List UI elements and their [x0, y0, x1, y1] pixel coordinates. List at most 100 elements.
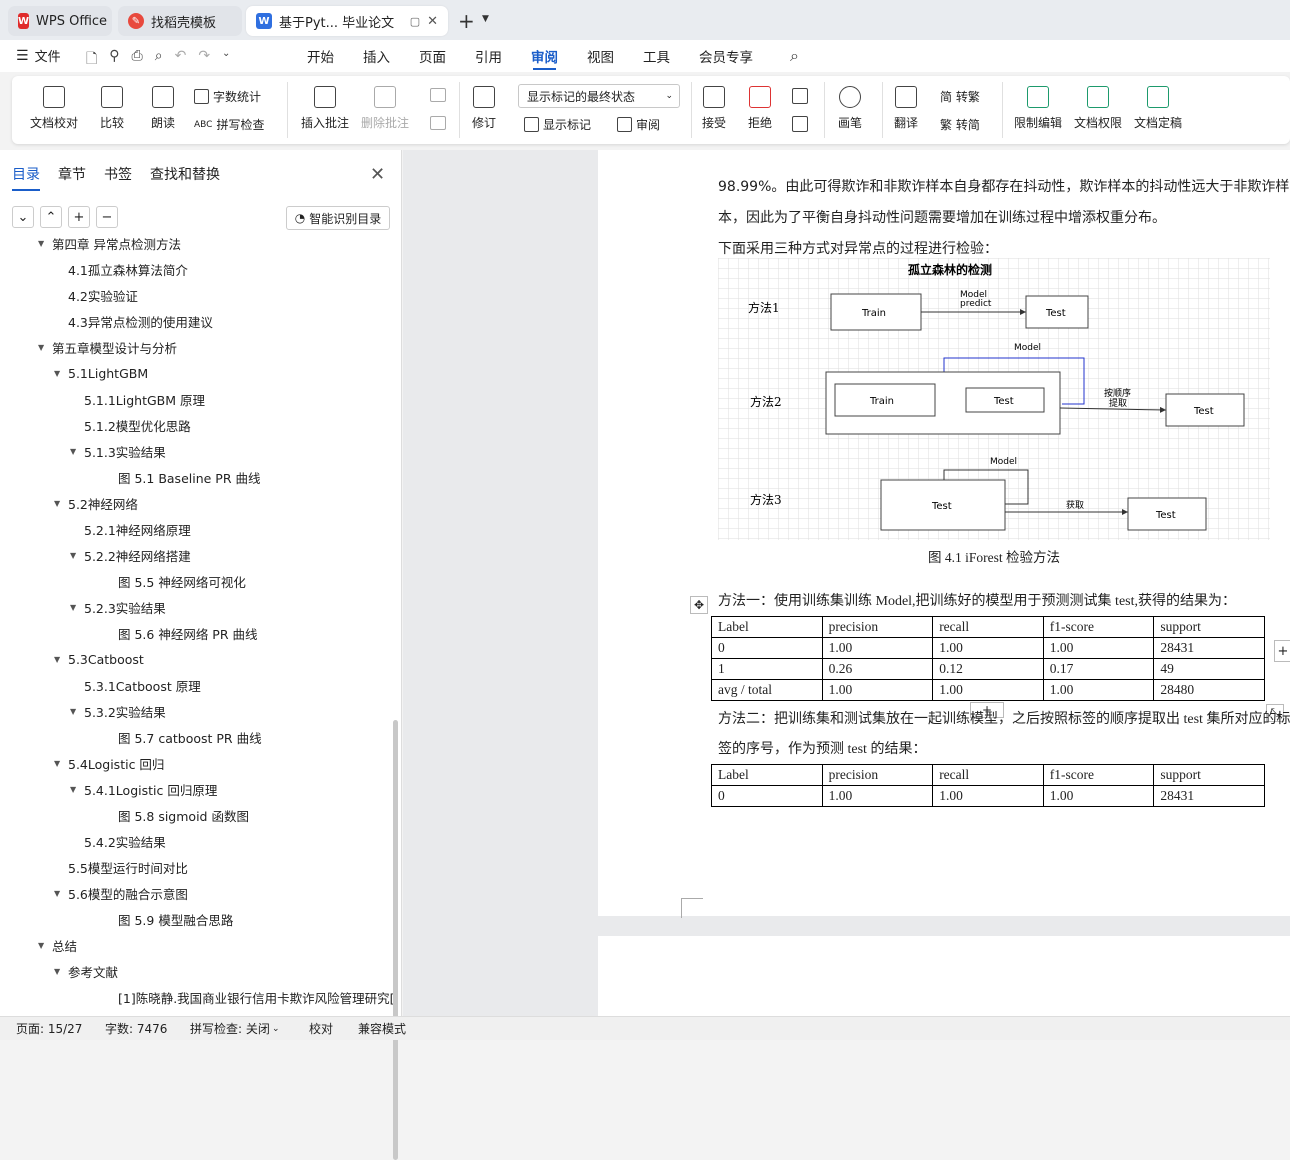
print-icon[interactable]: ⎙	[132, 48, 143, 72]
toc-item[interactable]: ▼ 第四章 异常点检测方法	[38, 238, 181, 256]
restrict-edit-button[interactable]: 限制编辑	[1014, 86, 1062, 131]
toc-item[interactable]: 图 5.8 sigmoid 函数图	[102, 802, 249, 828]
word-count-button[interactable]: 字数统计	[194, 88, 261, 105]
toc-item[interactable]: 4.2实验验证	[54, 282, 138, 308]
toc-item[interactable]: 4.1孤立森林算法简介	[54, 256, 188, 282]
to-traditional-button[interactable]: 简 转繁	[940, 88, 980, 105]
table-cell[interactable]: f1-score	[1042, 616, 1155, 638]
table-cell[interactable]: 28480	[1153, 679, 1265, 701]
table-cell[interactable]: Label	[711, 616, 823, 638]
toc-item[interactable]: 图 5.9 模型融合思路	[102, 906, 233, 932]
tab-sections[interactable]: 章节	[58, 164, 86, 191]
file-menu[interactable]: ☰ 文件	[16, 46, 61, 66]
redo-icon[interactable]: ↷	[198, 48, 210, 72]
table-cell[interactable]: 28431	[1153, 785, 1265, 807]
add-icon[interactable]: +	[68, 206, 90, 228]
expand-arrow-icon[interactable]: ▼	[70, 785, 84, 794]
toc-item[interactable]: ▼ 5.2.2神经网络搭建	[70, 542, 191, 568]
page-count[interactable]: 页面: 15/27	[16, 1020, 82, 1037]
compare-button[interactable]: 比较	[100, 86, 124, 131]
tab-find-replace[interactable]: 查找和替换	[150, 164, 220, 191]
table-cell[interactable]: 1.00	[821, 679, 934, 701]
toc-item[interactable]: 5.1.2模型优化思路	[70, 412, 191, 438]
chevron-down-icon[interactable]: ⌄	[272, 1024, 280, 1034]
close-icon[interactable]: ✕	[370, 164, 385, 185]
collapse-up-icon[interactable]: ⌃	[40, 206, 62, 228]
prev-comment-icon[interactable]	[430, 88, 446, 102]
chevron-down-icon[interactable]: ▼	[482, 14, 489, 24]
minus-icon[interactable]: −	[96, 206, 118, 228]
add-column-icon[interactable]: +	[1274, 640, 1290, 662]
show-markup-button[interactable]: 显示标记	[524, 116, 591, 133]
toc-item[interactable]: 5.2.1神经网络原理	[70, 516, 191, 542]
tab-docer[interactable]: ✎ 找稻壳模板	[118, 6, 242, 36]
menu-reference[interactable]: 引用	[475, 40, 502, 72]
table-cell[interactable]: f1-score	[1042, 764, 1155, 786]
expand-arrow-icon[interactable]: ▼	[54, 967, 68, 976]
table-cell[interactable]: 1.00	[821, 785, 934, 807]
menu-page[interactable]: 页面	[419, 40, 446, 72]
review-pane-button[interactable]: 审阅	[617, 116, 660, 133]
next-change-icon[interactable]	[792, 116, 808, 132]
menu-start[interactable]: 开始	[307, 40, 334, 72]
toc-item[interactable]: 图 5.7 catboost PR 曲线	[102, 724, 262, 750]
table-cell[interactable]: precision	[821, 616, 934, 638]
translate-button[interactable]: 翻译	[894, 86, 918, 131]
toc-item[interactable]: ▼ 5.4Logistic 回归	[54, 750, 164, 776]
doc-finalize-button[interactable]: 文档定稿	[1134, 86, 1182, 131]
table-cell[interactable]: precision	[821, 764, 934, 786]
table-move-icon[interactable]: ✥	[690, 596, 708, 614]
expand-arrow-icon[interactable]: ▼	[38, 343, 52, 352]
reject-button[interactable]: 拒绝	[748, 86, 772, 131]
menu-view[interactable]: 视图	[587, 40, 614, 72]
toc-item[interactable]: 图 5.6 神经网络 PR 曲线	[102, 620, 258, 646]
tab-bookmarks[interactable]: 书签	[104, 164, 132, 191]
tab-toc[interactable]: 目录	[12, 164, 40, 191]
table-cell[interactable]: 1.00	[932, 679, 1044, 701]
toc-item[interactable]: ▼ 5.6模型的融合示意图	[54, 880, 188, 906]
table-cell[interactable]: 49	[1153, 658, 1265, 680]
read-aloud-button[interactable]: 朗读	[151, 86, 175, 131]
table-cell[interactable]: support	[1153, 764, 1265, 786]
toc-item[interactable]: [1]陈晓静.我国商业银行信用卡欺诈风险管理研究[...	[102, 984, 395, 1010]
expand-arrow-icon[interactable]: ▼	[38, 941, 52, 950]
markup-state-select[interactable]: 显示标记的最终状态 ⌄	[518, 84, 680, 108]
toc-item[interactable]: ▼ 总结	[38, 932, 77, 958]
delete-comment-button[interactable]: 删除批注	[361, 86, 409, 131]
undo-icon[interactable]: ↶	[175, 48, 187, 72]
toc-item[interactable]: 5.3.1Catboost 原理	[70, 672, 201, 698]
expand-arrow-icon[interactable]: ▼	[54, 759, 68, 768]
toc-item[interactable]: ▼ 5.2神经网络	[54, 490, 138, 516]
to-simplified-button[interactable]: 繁 转简	[940, 116, 980, 133]
close-tab-icon[interactable]: ✕	[427, 14, 438, 29]
proof-button[interactable]: 校对	[309, 1020, 333, 1037]
expand-arrow-icon[interactable]: ▼	[70, 447, 84, 456]
toc-item[interactable]: 5.4.2实验结果	[70, 828, 166, 854]
tab-document[interactable]: W 基于Pyt... 毕业论文 ▢ ✕	[246, 6, 448, 36]
expand-arrow-icon[interactable]: ▼	[70, 707, 84, 716]
table-cell[interactable]: 0.26	[821, 658, 934, 680]
restore-icon[interactable]: ▢	[410, 15, 420, 28]
revise-button[interactable]: 修订	[472, 86, 496, 131]
table-cell[interactable]: 1.00	[1042, 637, 1155, 659]
menu-insert[interactable]: 插入	[363, 40, 390, 72]
toc-item[interactable]: ▼ 5.2.3实验结果	[70, 594, 166, 620]
expand-arrow-icon[interactable]: ▼	[38, 239, 52, 248]
table-cell[interactable]: recall	[932, 764, 1044, 786]
table-cell[interactable]: 1	[711, 658, 823, 680]
new-tab-icon[interactable]: +	[458, 9, 475, 33]
expand-arrow-icon[interactable]: ▼	[54, 889, 68, 898]
tab-wps-office[interactable]: W WPS Office	[8, 6, 112, 36]
table-cell[interactable]: 1.00	[932, 785, 1044, 807]
save-icon[interactable]: 🗋	[86, 48, 97, 72]
next-comment-icon[interactable]	[430, 116, 446, 130]
table-cell[interactable]: 28431	[1153, 637, 1265, 659]
doc-permission-button[interactable]: 文档权限	[1074, 86, 1122, 131]
table-cell[interactable]: 1.00	[932, 637, 1044, 659]
spell-check-button[interactable]: ABC 拼写检查	[194, 116, 264, 133]
toc-item[interactable]: ▼ 5.1LightGBM	[54, 360, 148, 386]
table-cell[interactable]: 1.00	[1042, 679, 1155, 701]
expand-arrow-icon[interactable]: ▼	[54, 499, 68, 508]
toc-item[interactable]: 图 5.1 Baseline PR 曲线	[102, 464, 261, 490]
table-cell[interactable]: 0.12	[932, 658, 1044, 680]
